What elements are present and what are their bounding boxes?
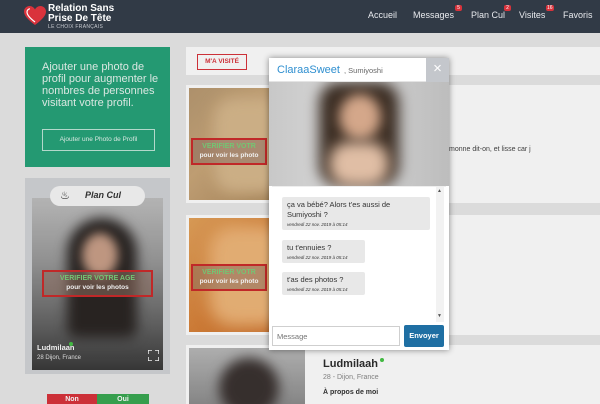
message-time: vendredi 22 nov. 2019 à 05:14 xyxy=(287,222,348,227)
message-text: tu t'ennuies ? xyxy=(287,243,332,252)
message-text: t'as des photos ? xyxy=(287,275,344,284)
message-time: vendredi 22 nov. 2019 à 05:14 xyxy=(287,255,348,260)
scroll-up-icon[interactable]: ▲ xyxy=(437,188,442,194)
chat-message: t'as des photos ? vendredi 22 nov. 2019 … xyxy=(282,272,365,295)
chat-message: ça va bébé? Alors t'es aussi de Sumiyosh… xyxy=(282,197,430,230)
chat-header: ClaraaSweet , Sumiyoshi × xyxy=(269,58,449,82)
nav-accueil[interactable]: Accueil xyxy=(368,10,397,20)
site-logo[interactable]: Relation Sans Prise De Tête LE CHOIX FRA… xyxy=(24,3,154,30)
brand-line2: Prise De Tête xyxy=(48,13,112,24)
heart-logo-icon xyxy=(24,6,46,25)
message-text: ça va bébé? Alors t'es aussi de Sumiyosh… xyxy=(287,200,391,219)
chat-scrollbar[interactable]: ▲ ▼ xyxy=(436,187,444,322)
top-navbar: Relation Sans Prise De Tête LE CHOIX FRA… xyxy=(0,0,600,33)
blurred-body xyxy=(329,142,389,186)
chat-contact-name[interactable]: ClaraaSweet xyxy=(277,64,340,76)
nav-messages-badge: 5 xyxy=(455,5,462,11)
nav-visites[interactable]: Visites xyxy=(519,10,545,20)
chat-modal: ClaraaSweet , Sumiyoshi × ça va bébé? Al… xyxy=(269,58,449,350)
nav-visites-badge: 16 xyxy=(546,5,554,11)
chat-contact-photo[interactable] xyxy=(269,82,449,186)
chat-messages[interactable]: ça va bébé? Alors t'es aussi de Sumiyosh… xyxy=(272,186,446,322)
scroll-down-icon[interactable]: ▼ xyxy=(437,313,442,319)
nav-favoris[interactable]: Favoris xyxy=(563,10,593,20)
chat-message: tu t'ennuies ? vendredi 22 nov. 2019 à 0… xyxy=(282,240,365,263)
message-time: vendredi 22 nov. 2019 à 05:14 xyxy=(287,287,348,292)
brand-tagline: LE CHOIX FRANÇAIS xyxy=(48,24,104,30)
send-button[interactable]: Envoyer xyxy=(404,325,444,347)
chat-contact-city: , Sumiyoshi xyxy=(344,66,383,75)
nav-messages[interactable]: Messages xyxy=(413,10,454,20)
nav-plan-cul[interactable]: Plan Cul xyxy=(471,10,505,20)
nav-plan-cul-badge: 2 xyxy=(504,5,511,11)
blurred-face xyxy=(339,94,381,140)
message-input[interactable] xyxy=(272,326,400,346)
close-icon[interactable]: × xyxy=(426,58,449,82)
